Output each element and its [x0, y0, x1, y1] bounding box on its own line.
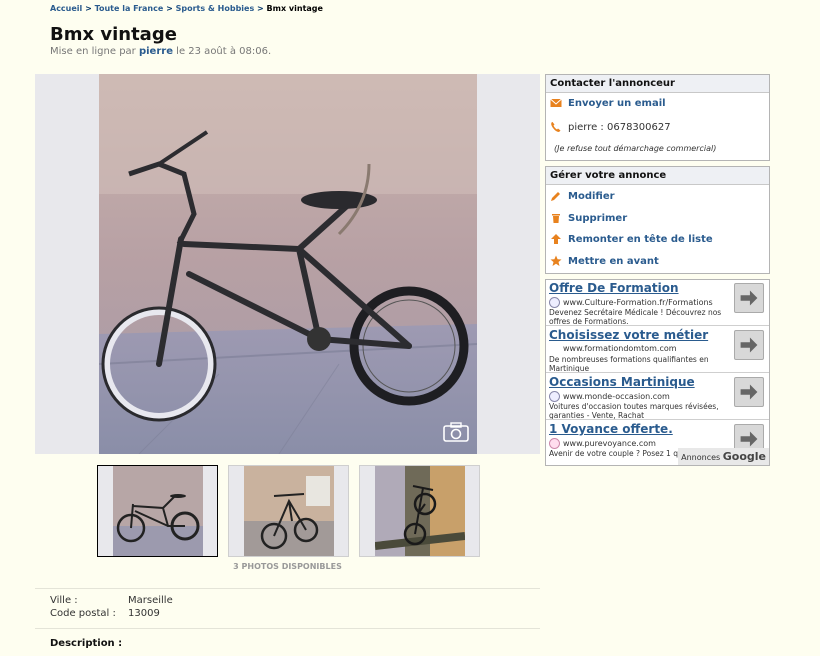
breadcrumb-category[interactable]: Sports & Hobbies — [176, 4, 255, 13]
contact-box: Contacter l'annonceur Envoyer un email p… — [545, 74, 770, 161]
posted-date: le 23 août à 08:06. — [176, 46, 272, 57]
globe-icon — [549, 297, 560, 308]
edit-link[interactable]: Modifier — [550, 190, 615, 202]
delete-link[interactable]: Supprimer — [550, 212, 627, 224]
divider — [35, 628, 540, 629]
manage-header: Gérer votre annonce — [546, 167, 769, 185]
ad-item[interactable]: Offre De Formation www.Culture-Formation… — [546, 280, 769, 326]
ad-url: www.monde-occasion.com — [549, 391, 670, 402]
contact-header: Contacter l'annonceur — [546, 75, 769, 93]
ad-title[interactable]: 1 Voyance offerte. — [549, 422, 673, 436]
photo-count: 3 PHOTOS DISPONIBLES — [233, 562, 342, 571]
description-label: Description : — [50, 638, 123, 649]
badge-prefix: Annonces — [681, 453, 721, 462]
globe-icon — [549, 391, 560, 402]
author-link[interactable]: pierre — [139, 46, 173, 57]
thumbnail-2[interactable] — [228, 465, 349, 557]
city-row: Ville : Marseille — [50, 595, 173, 606]
heart-icon — [549, 438, 560, 449]
breadcrumb-separator: > — [166, 4, 173, 13]
arrow-right-icon[interactable] — [734, 377, 764, 407]
phone-icon — [551, 122, 561, 132]
breadcrumb-region[interactable]: Toute la France — [95, 4, 164, 13]
email-icon — [550, 98, 562, 107]
ad-description: Devenez Secrétaire Médicale ! Découvrez … — [549, 308, 722, 326]
send-email-label: Envoyer un email — [568, 97, 666, 109]
zip-value: 13009 — [128, 608, 160, 619]
ad-title[interactable]: Occasions Martinique — [549, 375, 695, 389]
posted-info: Mise en ligne par pierre le 23 août à 08… — [50, 46, 271, 57]
phone-text: pierre : 0678300627 — [568, 121, 671, 133]
arrow-right-icon[interactable] — [734, 330, 764, 360]
zip-label: Code postal : — [50, 608, 116, 619]
google-ads-badge[interactable]: Annonces Google — [678, 448, 769, 465]
arrow-right-icon[interactable] — [734, 283, 764, 313]
ad-item[interactable]: Choisissez votre métier www.formationdom… — [546, 327, 769, 373]
ad-title[interactable]: Choisissez votre métier — [549, 328, 708, 342]
ad-url-text: www.monde-occasion.com — [563, 392, 670, 401]
city-value: Marseille — [128, 595, 173, 606]
edit-label: Modifier — [568, 190, 615, 202]
zip-row: Code postal : 13009 — [50, 608, 160, 619]
feature-label: Mettre en avant — [568, 255, 659, 267]
thumbnail-3[interactable] — [359, 465, 480, 557]
breadcrumb-home[interactable]: Accueil — [50, 4, 82, 13]
bump-label: Remonter en tête de liste — [568, 233, 713, 245]
feature-link[interactable]: Mettre en avant — [550, 255, 659, 267]
breadcrumb-separator: > — [257, 4, 264, 13]
bike-photo-image — [99, 74, 477, 454]
ad-url: www.formationdomtom.com — [549, 344, 677, 353]
page-title: Bmx vintage — [50, 24, 177, 45]
camera-icon[interactable] — [443, 422, 469, 442]
manage-box: Gérer votre annonce Modifier Supprimer R… — [545, 166, 770, 274]
main-photo-area — [35, 74, 540, 454]
refuse-notice: (Je refuse tout démarchage commercial) — [554, 144, 717, 153]
bump-link[interactable]: Remonter en tête de liste — [550, 233, 713, 245]
main-photo[interactable] — [99, 74, 477, 454]
badge-brand: Google — [722, 450, 766, 463]
thumbnail-image — [375, 466, 465, 556]
phone-row: pierre : 0678300627 — [550, 121, 671, 133]
breadcrumb-current: Bmx vintage — [266, 4, 323, 13]
ad-description: Voitures d'occasion toutes marques révis… — [549, 402, 719, 420]
ad-url: www.Culture-Formation.fr/Formations — [549, 297, 713, 308]
divider — [35, 588, 540, 589]
star-icon — [550, 255, 562, 266]
ad-description: De nombreuses formations qualifiantes en… — [549, 355, 709, 373]
ad-url: www.purevoyance.com — [549, 438, 656, 449]
city-label: Ville : — [50, 595, 78, 606]
breadcrumb: Accueil > Toute la France > Sports & Hob… — [50, 4, 323, 13]
ad-title[interactable]: Offre De Formation — [549, 281, 679, 295]
posted-prefix: Mise en ligne par — [50, 46, 136, 57]
ad-url-text: www.purevoyance.com — [563, 439, 656, 448]
ad-url-text: www.Culture-Formation.fr/Formations — [563, 298, 713, 307]
send-email-link[interactable]: Envoyer un email — [550, 97, 666, 109]
delete-label: Supprimer — [568, 212, 628, 224]
ad-url-text: www.formationdomtom.com — [563, 344, 677, 353]
ad-item[interactable]: Occasions Martinique www.monde-occasion.… — [546, 374, 769, 420]
google-ads-box: Offre De Formation www.Culture-Formation… — [545, 279, 770, 466]
pencil-icon — [551, 192, 560, 201]
thumbnail-image — [113, 494, 203, 556]
trash-icon — [552, 214, 560, 223]
thumbnail-image — [244, 476, 334, 556]
arrow-up-icon — [551, 234, 561, 244]
thumbnail-1[interactable] — [97, 465, 218, 557]
breadcrumb-separator: > — [85, 4, 92, 13]
